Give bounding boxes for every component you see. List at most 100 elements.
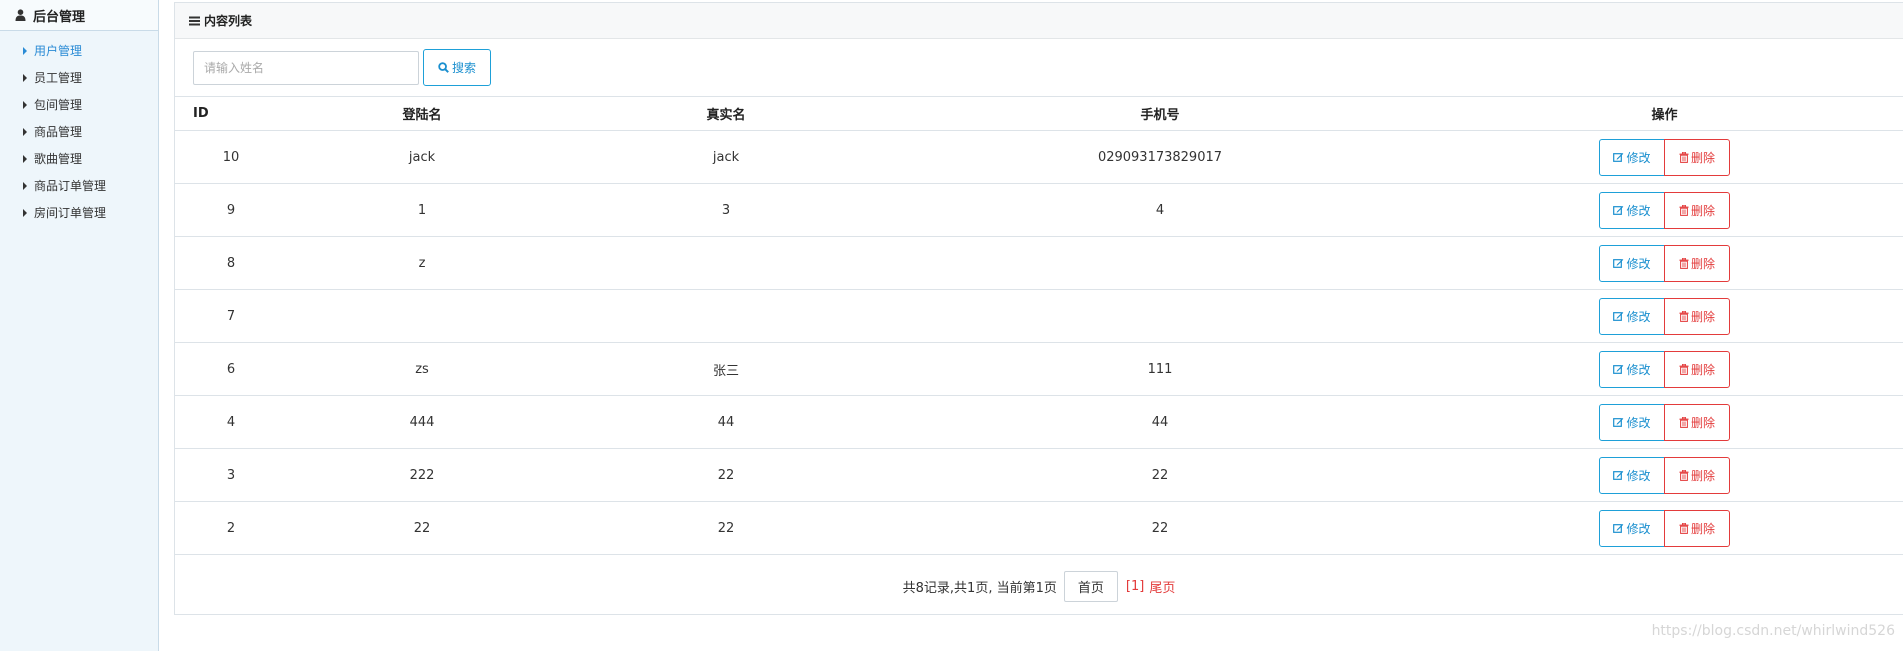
sidebar-item-employees[interactable]: 员工管理	[0, 64, 158, 91]
cell-actions: 修改 删除	[1425, 183, 1903, 237]
trash-icon	[1679, 469, 1689, 481]
cell-login-name: jack	[287, 130, 557, 184]
caret-right-icon	[23, 127, 27, 136]
edit-button[interactable]: 修改	[1599, 509, 1665, 547]
cell-phone: 4	[895, 183, 1425, 237]
row-actions: 修改 删除	[1425, 403, 1903, 441]
caret-right-icon	[23, 100, 27, 109]
sidebar-item-rooms[interactable]: 包间管理	[0, 91, 158, 118]
panel-heading: 内容列表	[175, 3, 1903, 39]
cell-login-name: 222	[287, 448, 557, 502]
caret-right-icon	[23, 181, 27, 190]
cell-login-name: 22	[287, 501, 557, 555]
pagination-summary: 共8记录,共1页, 当前第1页	[902, 581, 1057, 596]
delete-button[interactable]: 删除	[1664, 509, 1730, 547]
cell-phone: 029093173829017	[895, 130, 1425, 184]
sidebar-item-products[interactable]: 商品管理	[0, 118, 158, 145]
edit-button-label: 修改	[1626, 203, 1651, 218]
edit-button-label: 修改	[1626, 468, 1651, 483]
edit-icon	[1613, 523, 1624, 533]
edit-button[interactable]: 修改	[1599, 297, 1665, 335]
cell-id: 6	[175, 342, 287, 396]
table-header-row: ID 登陆名 真实名 手机号 操作	[175, 97, 1903, 131]
delete-button-label: 删除	[1690, 521, 1715, 536]
cell-phone	[895, 236, 1425, 290]
sidebar: 后台管理 用户管理 员工管理 包间管理 商品管理 歌曲管理 商品订单管理 房间订…	[0, 0, 159, 651]
cell-login-name	[287, 289, 557, 343]
edit-button[interactable]: 修改	[1599, 191, 1665, 229]
header-actions: 操作	[1425, 97, 1903, 131]
delete-button[interactable]: 删除	[1664, 138, 1730, 176]
sidebar-item-room-orders[interactable]: 房间订单管理	[0, 199, 158, 226]
cell-actions: 修改 删除	[1425, 501, 1903, 555]
delete-button[interactable]: 删除	[1664, 244, 1730, 282]
pagination: 共8记录,共1页, 当前第1页 首页 [1] 尾页	[175, 555, 1903, 618]
panel-title: 内容列表	[204, 14, 253, 28]
cell-phone: 22	[895, 448, 1425, 502]
edit-button-label: 修改	[1626, 150, 1651, 165]
trash-icon	[1679, 363, 1689, 375]
header-real-name: 真实名	[557, 97, 895, 131]
edit-icon	[1613, 417, 1624, 427]
search-button-label: 搜索	[451, 61, 476, 75]
sidebar-menu: 用户管理 员工管理 包间管理 商品管理 歌曲管理 商品订单管理 房间订单管理	[0, 31, 158, 226]
content-panel: 内容列表 搜索 ID 登陆名 真实名 手机号 操作 10jackjack0290…	[174, 2, 1903, 615]
cell-phone: 111	[895, 342, 1425, 396]
row-actions: 修改 删除	[1425, 509, 1903, 547]
cell-real-name: 张三	[557, 342, 895, 396]
delete-button[interactable]: 删除	[1664, 191, 1730, 229]
current-page-link[interactable]: [1]	[1126, 579, 1144, 594]
edit-icon	[1613, 311, 1624, 321]
cell-id: 7	[175, 289, 287, 343]
row-actions: 修改 删除	[1425, 350, 1903, 388]
cell-real-name	[557, 236, 895, 290]
row-actions: 修改 删除	[1425, 297, 1903, 335]
sidebar-title: 后台管理	[33, 9, 86, 25]
edit-button[interactable]: 修改	[1599, 138, 1665, 176]
table-row: 7 修改 删除	[175, 289, 1903, 343]
edit-icon	[1613, 470, 1624, 480]
cell-real-name: 3	[557, 183, 895, 237]
cell-id: 2	[175, 501, 287, 555]
delete-button[interactable]: 删除	[1664, 297, 1730, 335]
search-input[interactable]	[193, 50, 419, 85]
sidebar-header: 后台管理	[0, 0, 158, 31]
edit-button[interactable]: 修改	[1599, 350, 1665, 388]
edit-button-label: 修改	[1626, 415, 1651, 430]
edit-button[interactable]: 修改	[1599, 403, 1665, 441]
table-body: 10 jack jack 029093173829017 修改 删除 9 1 3 4 修改 删除 8 z 修…	[175, 130, 1903, 555]
delete-button[interactable]: 删除	[1664, 350, 1730, 388]
cell-id: 3	[175, 448, 287, 502]
delete-button[interactable]: 删除	[1664, 403, 1730, 441]
edit-button-label: 修改	[1626, 309, 1651, 324]
table-row: 8 z 修改 删除	[175, 236, 1903, 290]
caret-right-icon	[23, 154, 27, 163]
sidebar-item-product-orders[interactable]: 商品订单管理	[0, 172, 158, 199]
search-icon	[438, 62, 449, 73]
edit-button[interactable]: 修改	[1599, 244, 1665, 282]
delete-button-label: 删除	[1690, 309, 1715, 324]
row-actions: 修改 删除	[1425, 191, 1903, 229]
edit-button[interactable]: 修改	[1599, 456, 1665, 494]
header-login-name: 登陆名	[287, 97, 557, 131]
search-button[interactable]: 搜索	[423, 49, 491, 86]
cell-actions: 修改 删除	[1425, 395, 1903, 449]
cell-id: 4	[175, 395, 287, 449]
trash-icon	[1679, 204, 1689, 216]
sidebar-item-users[interactable]: 用户管理	[0, 37, 158, 64]
delete-button[interactable]: 删除	[1664, 456, 1730, 494]
sidebar-item-label: 房间订单管理	[34, 206, 107, 220]
cell-actions: 修改 删除	[1425, 236, 1903, 290]
cell-login-name: zs	[287, 342, 557, 396]
edit-button-label: 修改	[1626, 521, 1651, 536]
sidebar-item-songs[interactable]: 歌曲管理	[0, 145, 158, 172]
sidebar-item-label: 包间管理	[34, 98, 83, 112]
cell-actions: 修改 删除	[1425, 342, 1903, 396]
first-page-button[interactable]: 首页	[1063, 571, 1118, 602]
table-row: 4 444 44 44 修改 删除	[175, 395, 1903, 449]
row-actions: 修改 删除	[1425, 456, 1903, 494]
table-row: 9 1 3 4 修改 删除	[175, 183, 1903, 237]
sidebar-item-label: 商品管理	[34, 125, 83, 139]
last-page-link[interactable]: 尾页	[1149, 577, 1175, 596]
table-row: 3 222 22 22 修改 删除	[175, 448, 1903, 502]
